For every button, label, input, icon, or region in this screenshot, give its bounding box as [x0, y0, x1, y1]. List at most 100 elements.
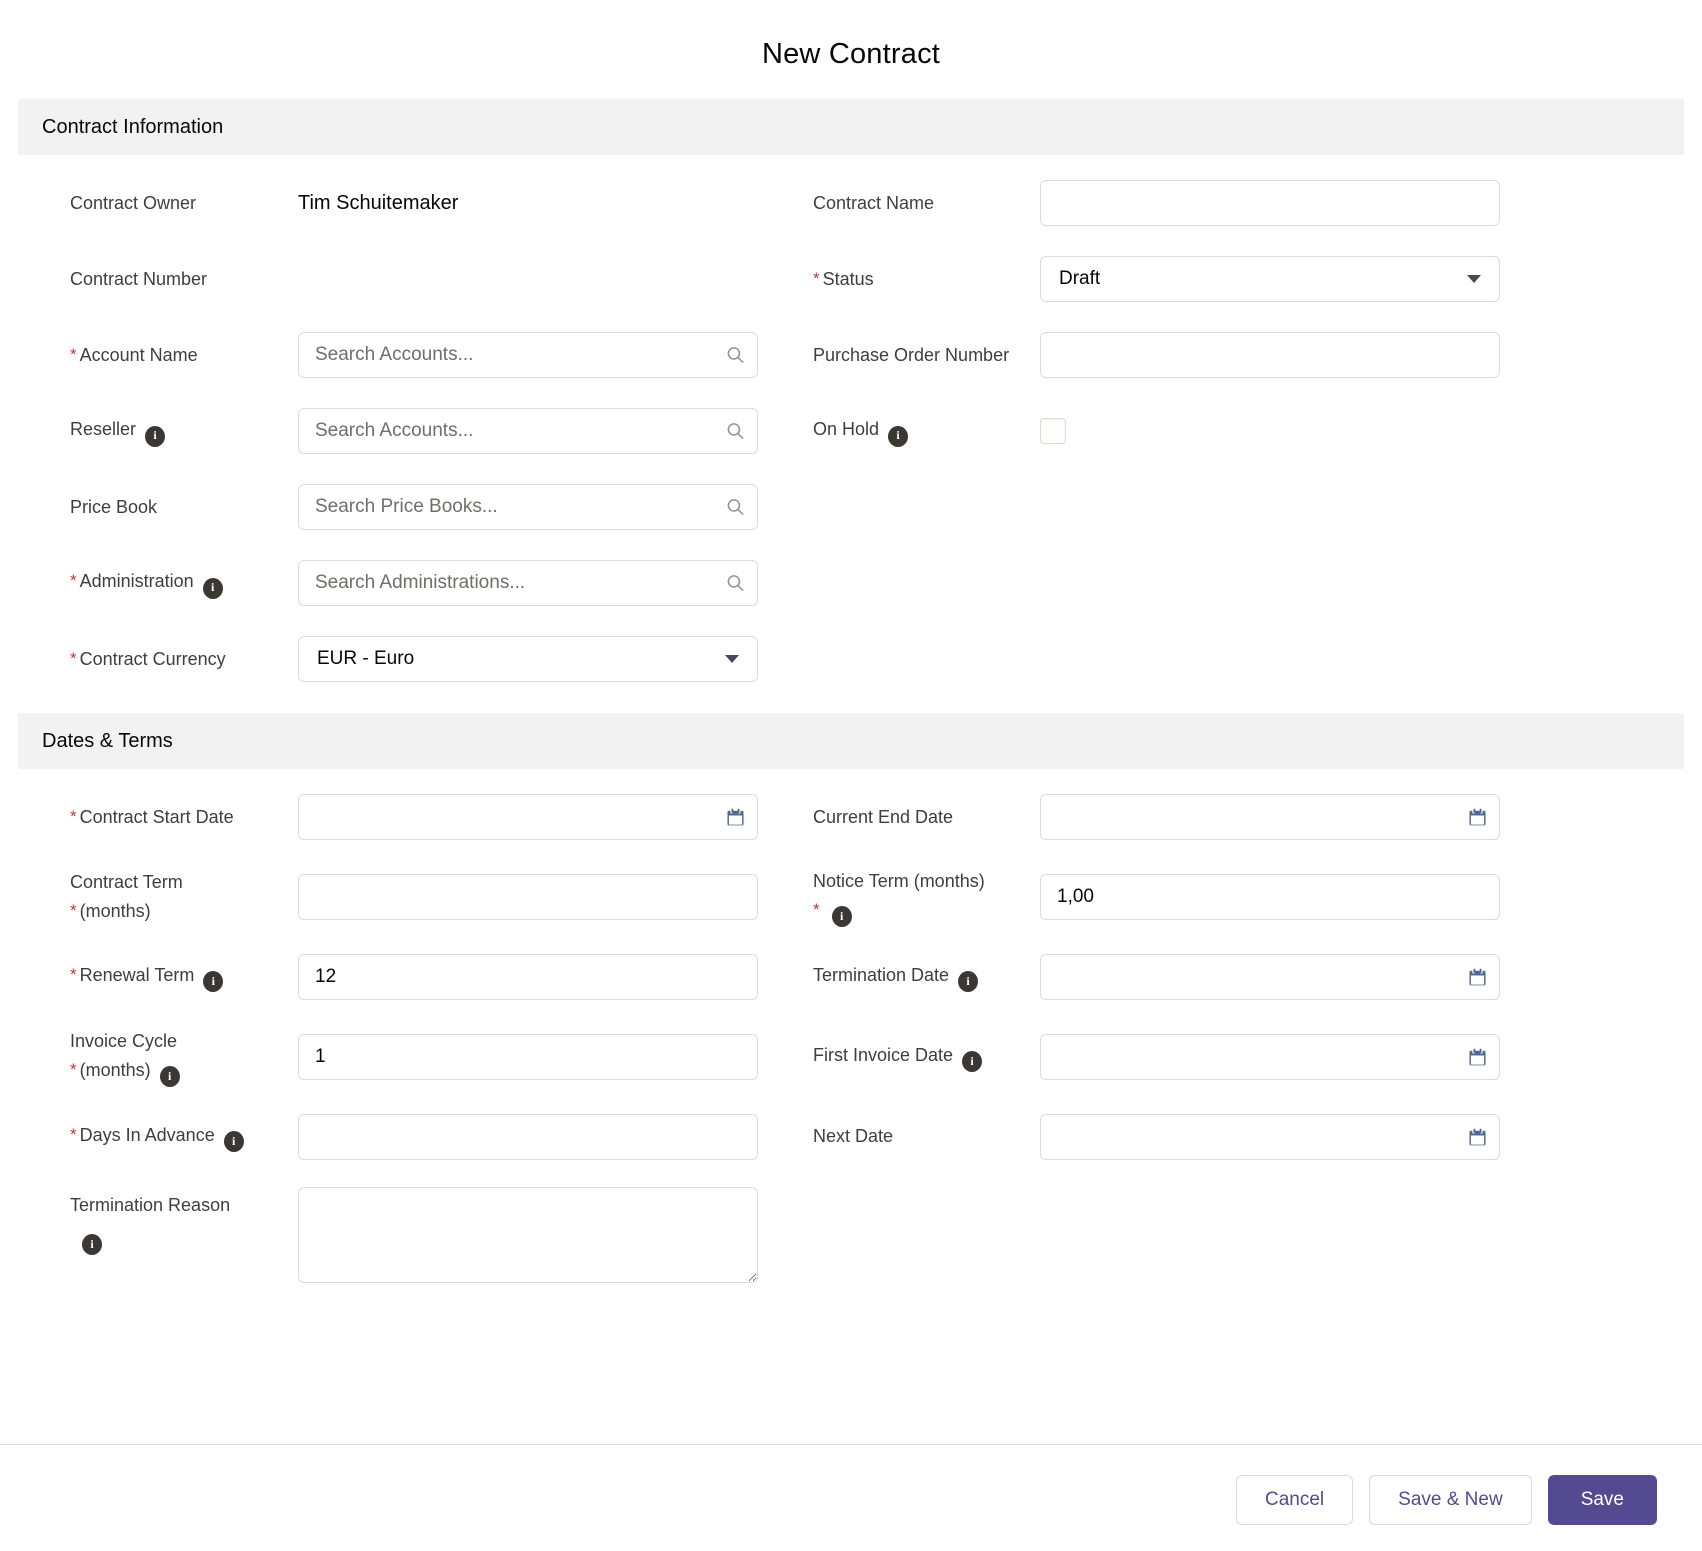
days-in-advance-input[interactable]	[298, 1114, 758, 1160]
section-body-contract-information: Contract Owner Tim Schuitemaker Contract…	[0, 155, 1702, 713]
status-select[interactable]: Draft	[1040, 256, 1500, 302]
field-row: *Days In Advancei Next Date	[70, 1111, 1702, 1163]
section-body-dates-terms: *Contract Start Date Current End Date	[0, 769, 1702, 1316]
field-row: *Renewal Termi Termination Datei	[70, 951, 1702, 1003]
modal-footer: Cancel Save & New Save	[0, 1444, 1702, 1551]
renewal-term-input[interactable]	[298, 954, 758, 1000]
contract-number-label: Contract Number	[70, 265, 298, 294]
contract-term-label: Contract Term *(months)	[70, 868, 298, 926]
info-icon[interactable]: i	[888, 426, 908, 447]
first-invoice-date-label: First Invoice Datei	[758, 1041, 1040, 1072]
info-icon[interactable]: i	[203, 971, 223, 992]
section-title: Dates & Terms	[42, 730, 173, 753]
termination-date-input[interactable]	[1040, 954, 1500, 1000]
info-icon[interactable]: i	[832, 906, 852, 927]
field-row: Contract Number *Status Draft	[70, 253, 1702, 305]
current-end-date-input[interactable]	[1040, 794, 1500, 840]
info-icon[interactable]: i	[224, 1131, 244, 1152]
price-book-label: Price Book	[70, 493, 298, 522]
contract-name-label: Contract Name	[758, 189, 1040, 218]
required-asterisk: *	[70, 807, 77, 826]
field-row: Contract Term *(months) Notice Term (mon…	[70, 867, 1702, 927]
purchase-order-number-label: Purchase Order Number	[758, 341, 1040, 370]
contract-currency-selected-value: EUR - Euro	[317, 648, 414, 670]
required-asterisk: *	[70, 901, 77, 920]
field-row: *Account Name Purchase Order Number	[70, 329, 1702, 381]
next-date-label: Next Date	[758, 1122, 1040, 1151]
section-title: Contract Information	[42, 116, 223, 139]
contract-term-input[interactable]	[298, 874, 758, 920]
administration-search-input[interactable]	[298, 560, 758, 606]
field-row: Termination Reason i	[70, 1187, 1702, 1288]
notice-term-input[interactable]	[1040, 874, 1500, 920]
contract-currency-label: *Contract Currency	[70, 645, 298, 674]
required-asterisk: *	[70, 1060, 77, 1079]
calendar-icon[interactable]	[1468, 967, 1487, 986]
info-icon[interactable]: i	[82, 1234, 102, 1255]
required-asterisk: *	[813, 269, 820, 288]
price-book-search-input[interactable]	[298, 484, 758, 530]
calendar-icon[interactable]	[1468, 1127, 1487, 1146]
contract-start-date-input[interactable]	[298, 794, 758, 840]
info-icon[interactable]: i	[962, 1051, 982, 1072]
section-header-dates-terms: Dates & Terms	[18, 713, 1684, 769]
required-asterisk: *	[70, 1125, 77, 1144]
status-label: *Status	[758, 265, 1040, 294]
contract-start-date-label: *Contract Start Date	[70, 803, 298, 832]
administration-label: *Administrationi	[70, 567, 298, 598]
required-asterisk: *	[70, 965, 77, 984]
section-header-contract-information: Contract Information	[18, 99, 1684, 155]
field-row: Contract Owner Tim Schuitemaker Contract…	[70, 177, 1702, 229]
calendar-icon[interactable]	[1468, 1047, 1487, 1066]
chevron-down-icon	[1467, 275, 1481, 283]
field-row: Reselleri On Holdi	[70, 405, 1702, 457]
contract-name-input[interactable]	[1040, 180, 1500, 226]
calendar-icon[interactable]	[1468, 808, 1487, 827]
chevron-down-icon	[725, 655, 739, 663]
current-end-date-label: Current End Date	[758, 803, 1040, 832]
field-row: *Contract Currency EUR - Euro	[70, 633, 1702, 685]
page-title: New Contract	[0, 0, 1702, 71]
save-button[interactable]: Save	[1548, 1475, 1657, 1525]
purchase-order-number-input[interactable]	[1040, 332, 1500, 378]
info-icon[interactable]: i	[203, 578, 223, 599]
renewal-term-label: *Renewal Termi	[70, 961, 298, 992]
notice-term-label: Notice Term (months) *i	[758, 867, 1040, 927]
required-asterisk: *	[813, 900, 820, 919]
days-in-advance-label: *Days In Advancei	[70, 1121, 298, 1152]
search-icon[interactable]	[726, 346, 745, 365]
save-and-new-button[interactable]: Save & New	[1369, 1475, 1532, 1525]
info-icon[interactable]: i	[145, 426, 165, 447]
search-icon[interactable]	[726, 422, 745, 441]
reseller-label: Reselleri	[70, 415, 298, 446]
cancel-button[interactable]: Cancel	[1236, 1475, 1353, 1525]
reseller-search-input[interactable]	[298, 408, 758, 454]
status-selected-value: Draft	[1059, 268, 1100, 290]
contract-owner-label: Contract Owner	[70, 189, 298, 218]
calendar-icon[interactable]	[726, 808, 745, 827]
field-row: *Contract Start Date Current End Date	[70, 791, 1702, 843]
required-asterisk: *	[70, 649, 77, 668]
on-hold-checkbox[interactable]	[1040, 418, 1066, 444]
on-hold-label: On Holdi	[758, 415, 1040, 446]
next-date-input[interactable]	[1040, 1114, 1500, 1160]
field-row: Invoice Cycle *(months)i First Invoice D…	[70, 1027, 1702, 1087]
termination-reason-textarea[interactable]	[298, 1187, 758, 1283]
field-row: Price Book	[70, 481, 1702, 533]
contract-owner-value: Tim Schuitemaker	[298, 192, 758, 215]
required-asterisk: *	[70, 571, 77, 590]
first-invoice-date-input[interactable]	[1040, 1034, 1500, 1080]
info-icon[interactable]: i	[958, 971, 978, 992]
termination-date-label: Termination Datei	[758, 961, 1040, 992]
search-icon[interactable]	[726, 574, 745, 593]
info-icon[interactable]: i	[160, 1066, 180, 1087]
required-asterisk: *	[70, 345, 77, 364]
contract-currency-select[interactable]: EUR - Euro	[298, 636, 758, 682]
termination-reason-label: Termination Reason i	[70, 1187, 298, 1255]
account-name-label: *Account Name	[70, 341, 298, 370]
invoice-cycle-label: Invoice Cycle *(months)i	[70, 1027, 298, 1087]
field-row: *Administrationi	[70, 557, 1702, 609]
invoice-cycle-input[interactable]	[298, 1034, 758, 1080]
account-name-search-input[interactable]	[298, 332, 758, 378]
search-icon[interactable]	[726, 498, 745, 517]
